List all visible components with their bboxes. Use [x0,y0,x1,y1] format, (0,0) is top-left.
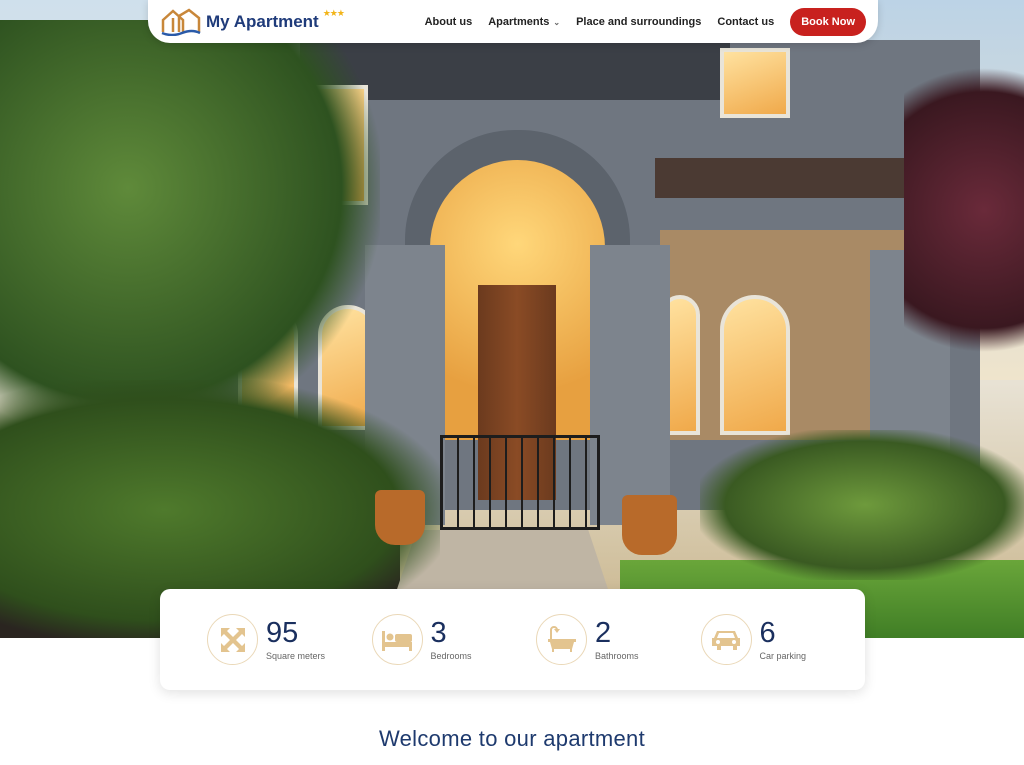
stat-label: Bedrooms [430,651,472,661]
brand-name: My Apartment [206,11,319,31]
stat-label: Car parking [759,651,807,661]
bed-icon [371,614,423,665]
nav-apartments[interactable]: Apartments ⌄ [488,16,560,28]
house-logo-icon [161,7,201,36]
welcome-heading: Welcome to our apartment [378,726,646,751]
nav-place-and-surroundings[interactable]: Place and surroundings [576,16,701,28]
chevron-down-icon: ⌄ [553,17,561,27]
book-now-button[interactable]: Book Now [790,7,866,36]
nav-apartments-label: Apartments [488,15,550,28]
stat-value: 3 [430,617,447,649]
hero-image [0,0,1024,638]
nav-contact-us[interactable]: Contact us [717,16,774,28]
stat-square-meters: 95 Square meters [207,614,372,665]
stat-bedrooms: 3 Bedrooms [371,614,537,665]
stat-label: Square meters [266,651,326,661]
stat-value: 2 [595,617,612,649]
stat-value: 95 [266,617,299,649]
brand-logo[interactable]: My Apartment ★★★ [160,7,345,36]
stat-car-parking: 6 Car parking [700,614,866,665]
brand-stars: ★★★ [322,8,345,18]
bathtub-icon [536,614,587,665]
stat-value: 6 [759,617,776,649]
expand-arrows-icon [207,614,258,665]
stat-label: Bathrooms [595,651,639,661]
stat-bathrooms: 2 Bathrooms [536,614,701,665]
nav-about-us[interactable]: About us [425,16,473,28]
car-icon [700,614,752,665]
apartment-stats-card: 95 Square meters 3 Bedrooms 2 Bathrooms 6 Ca… [160,589,865,690]
top-navbar: My Apartment ★★★ About us Apartments ⌄ Pl… [148,0,878,43]
